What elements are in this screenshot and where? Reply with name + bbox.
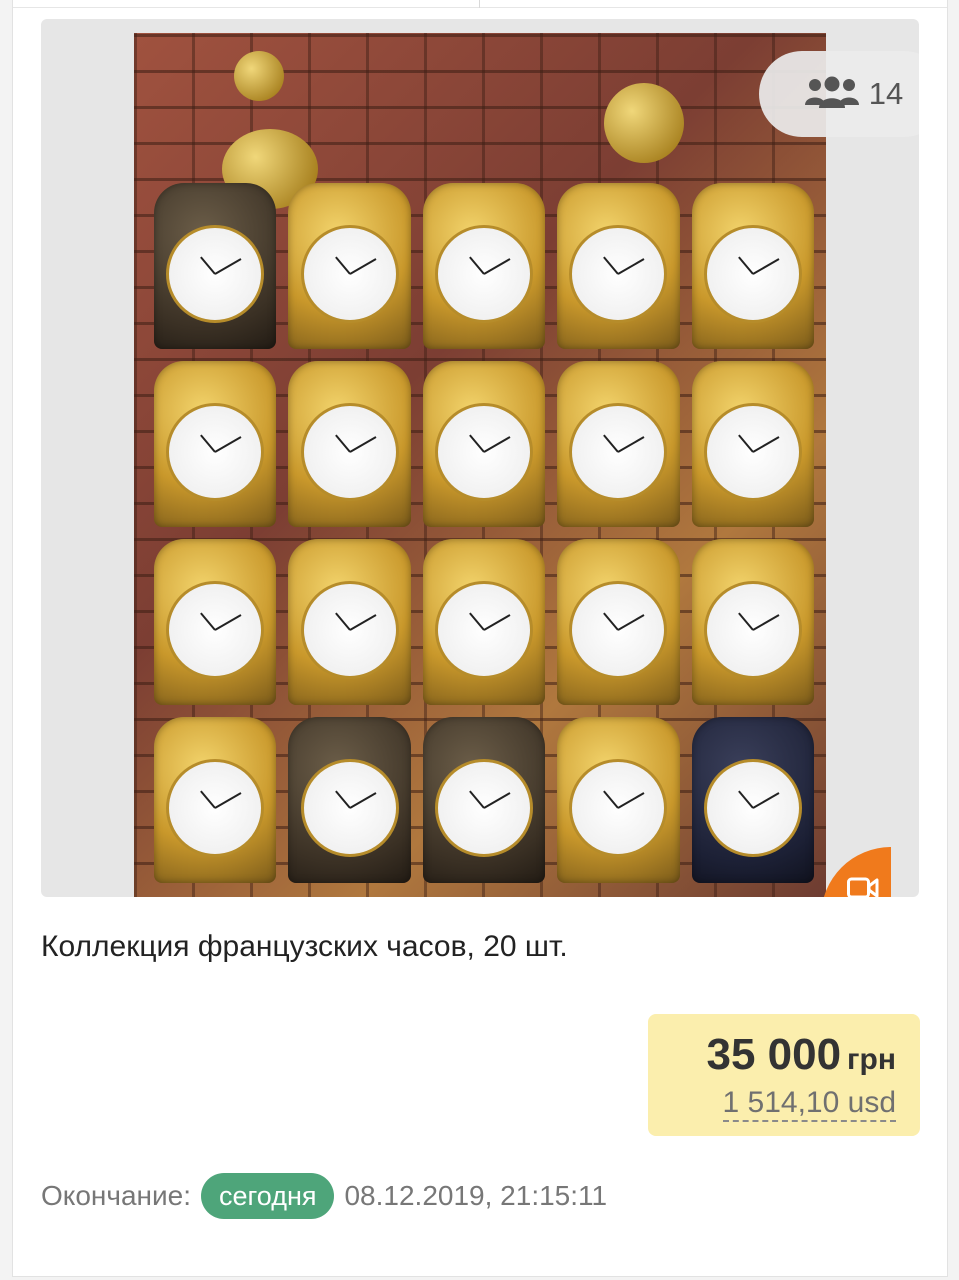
clock: [288, 361, 411, 527]
clock: [557, 183, 680, 349]
price-converted-link[interactable]: 1 514,10 usd: [722, 1086, 896, 1122]
clock: [557, 539, 680, 705]
clock: [422, 361, 546, 527]
price-currency: грн: [847, 1043, 896, 1076]
clock: [691, 539, 814, 705]
people-group-icon: [803, 75, 861, 114]
pendulum-disc: [234, 51, 284, 101]
clock: [154, 717, 277, 883]
end-label: Окончание:: [41, 1180, 191, 1211]
clock: [691, 183, 814, 349]
clock: [288, 539, 411, 705]
video-camera-icon: [847, 877, 879, 897]
end-datetime: 08.12.2019, 21:15:11: [344, 1180, 608, 1211]
today-badge: сегодня: [201, 1173, 335, 1219]
listing-card[interactable]: 14 Коллекция французских часов, 20 шт. 3…: [12, 0, 948, 1277]
clock-collection-grid: [154, 183, 814, 883]
viewers-count: 14: [868, 76, 904, 111]
clock: [154, 183, 277, 349]
listing-title[interactable]: Коллекция французских часов, 20 шт.: [41, 930, 568, 964]
auction-end-row: Окончание: сегодня 08.12.2019, 21:15:11: [41, 1172, 607, 1220]
video-badge[interactable]: [821, 847, 891, 897]
clock: [422, 183, 546, 349]
clock: [557, 717, 680, 883]
price-value: 35 000: [706, 1030, 842, 1079]
top-column-divider: [479, 0, 480, 8]
clock: [422, 539, 546, 705]
clock: [691, 361, 814, 527]
top-divider-line: [13, 7, 947, 8]
clock: [288, 183, 411, 349]
clock: [691, 717, 814, 883]
listing-photo-frame[interactable]: 14: [41, 19, 919, 897]
pendulum-disc: [604, 83, 684, 163]
clock: [422, 717, 546, 883]
viewers-badge: 14: [759, 51, 919, 137]
price-box: 35 000 грн 1 514,10 usd: [648, 1014, 920, 1136]
price-main: 35 000 грн: [706, 1030, 896, 1080]
clock: [154, 361, 277, 527]
listing-photo[interactable]: [134, 33, 826, 897]
clock: [288, 717, 411, 883]
clock: [557, 361, 680, 527]
clock: [154, 539, 277, 705]
